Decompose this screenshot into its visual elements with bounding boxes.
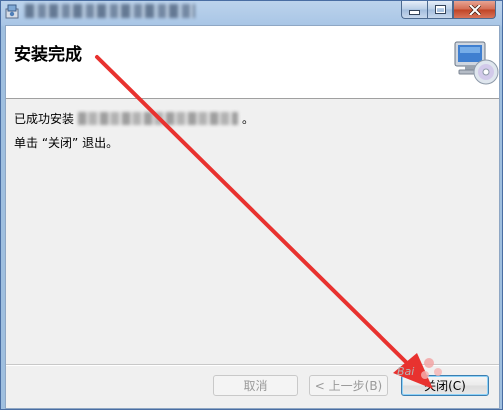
close-button[interactable]: 关闭(C)	[401, 375, 489, 396]
watermark: Bai	[397, 365, 415, 378]
title-bar	[1, 1, 502, 23]
installer-icon	[5, 4, 19, 19]
computer-cd-icon	[454, 41, 499, 85]
footer-separator	[6, 364, 499, 366]
maximize-button[interactable]	[427, 1, 453, 19]
close-window-button[interactable]	[453, 1, 496, 19]
window-controls	[401, 1, 496, 19]
instruction-text: 单击 “关闭” 退出。	[14, 136, 119, 150]
success-prefix: 已成功安装	[14, 112, 75, 126]
cancel-button[interactable]: 取消	[213, 375, 298, 396]
success-suffix: 。	[242, 112, 255, 126]
installer-window: 安装完成 已成功安装 。 单击 “关闭” 退出。 取消 < 上一步(B) 关闭(…	[0, 0, 503, 410]
product-name-blurred	[78, 112, 239, 125]
header-banner: 安装完成	[6, 26, 499, 99]
success-message: 已成功安装 。	[14, 110, 254, 127]
minimize-button[interactable]	[401, 1, 427, 19]
window-title-blurred	[25, 4, 195, 18]
close-icon	[468, 4, 481, 15]
page-title: 安装完成	[14, 45, 82, 65]
dialog-client-area: 安装完成 已成功安装 。 单击 “关闭” 退出。 取消 < 上一步(B) 关闭(…	[5, 25, 500, 409]
back-button[interactable]: < 上一步(B)	[309, 375, 388, 396]
maximize-icon	[434, 5, 446, 14]
minimize-icon	[409, 10, 420, 15]
